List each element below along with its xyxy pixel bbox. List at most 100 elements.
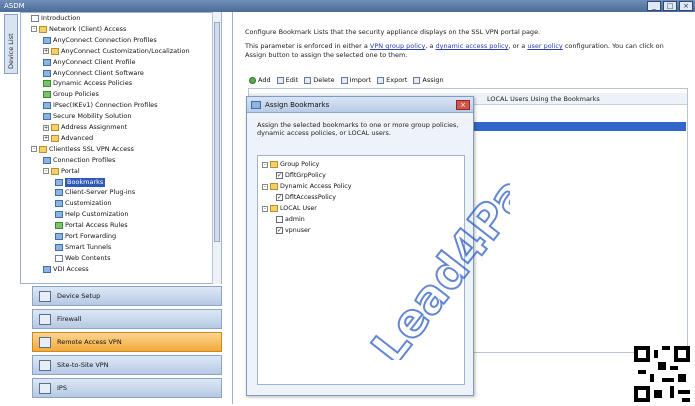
node-icon: [43, 102, 51, 110]
assignment-group[interactable]: - Dynamic Access Policy: [262, 182, 351, 191]
expander-icon[interactable]: +: [43, 135, 49, 142]
maximize-button[interactable]: □: [663, 1, 677, 11]
tree-item[interactable]: Client-Server Plug-ins: [55, 188, 135, 197]
assignment-item[interactable]: ✓ DfltGrpPolicy: [276, 171, 326, 180]
tree-item[interactable]: Connection Profiles: [43, 156, 115, 165]
import-label: Import: [349, 76, 372, 84]
export-label: Export: [386, 76, 408, 84]
expander-icon[interactable]: +: [43, 48, 49, 55]
tree-scrollbar-thumb[interactable]: [214, 22, 220, 242]
tree-item[interactable]: + Address Assignment: [43, 123, 127, 132]
close-button[interactable]: ×: [679, 1, 693, 11]
node-icon: [55, 200, 63, 208]
tree-item-label: Address Assignment: [61, 123, 128, 131]
tree-item[interactable]: VDI Access: [43, 265, 89, 274]
assignment-item[interactable]: admin: [276, 215, 305, 224]
tree-item[interactable]: Port Forwarding: [55, 232, 116, 241]
tree-item[interactable]: Secure Mobility Solution: [43, 112, 131, 121]
tree-item[interactable]: - Clientless SSL VPN Access: [31, 145, 134, 154]
tree-item-label: Smart Tunnels: [65, 242, 112, 251]
tree-item-label: Advanced: [61, 133, 94, 142]
node-icon: [43, 58, 51, 66]
tree-item[interactable]: + Advanced: [43, 134, 93, 143]
tree-item-label: Connection Profiles: [53, 155, 116, 164]
tree-item[interactable]: Portal Access Rules: [55, 221, 128, 230]
tree-item[interactable]: Bookmarks: [55, 177, 106, 187]
import-button[interactable]: Import: [340, 76, 372, 84]
edit-icon: [276, 76, 284, 84]
window-titlebar: ASDM _ □ ×: [0, 0, 695, 12]
tree-item[interactable]: AnyConnect Connection Profiles: [43, 36, 157, 45]
tree-scrollbar[interactable]: [212, 12, 221, 284]
delete-label: Delete: [313, 76, 335, 84]
node-icon: [55, 233, 63, 240]
table-row-selected[interactable]: [474, 122, 686, 131]
assignment-checkbox[interactable]: [276, 216, 283, 223]
tree-item-label: Network (Client) Access: [49, 24, 127, 33]
nav-device-setup-icon: [39, 291, 51, 302]
tree-item-label: Clientless SSL VPN Access: [49, 144, 134, 153]
nav-label: Remote Access VPN: [57, 338, 122, 346]
assignment-item[interactable]: ✓ DfltAccessPolicy: [276, 193, 336, 202]
expander-icon[interactable]: -: [262, 205, 268, 212]
delete-button[interactable]: Delete: [304, 76, 335, 84]
tree-item[interactable]: Introduction: [31, 14, 80, 23]
nav-device-setup[interactable]: Device Setup: [32, 286, 222, 306]
device-list-tab[interactable]: Device List: [4, 14, 18, 74]
assignment-group[interactable]: - LOCAL User: [262, 204, 317, 213]
tree-item[interactable]: - Network (Client) Access: [31, 25, 126, 34]
dialog-description: Assign the selected bookmarks to one or …: [257, 121, 459, 137]
import-icon: [340, 76, 348, 84]
expander-icon[interactable]: -: [43, 168, 49, 175]
tree-item[interactable]: + AnyConnect Customization/Localization: [43, 47, 190, 56]
add-button[interactable]: Add: [249, 76, 271, 84]
minimize-button[interactable]: _: [647, 1, 661, 11]
nav-firewall[interactable]: Firewall: [32, 309, 222, 329]
tree-item[interactable]: Dynamic Access Policies: [43, 79, 132, 88]
bookmarks-description: Configure Bookmark Lists that the securi…: [245, 28, 541, 36]
column-header-local-users[interactable]: LOCAL Users Using the Bookmarks: [487, 93, 600, 105]
node-icon: [43, 36, 51, 44]
export-button[interactable]: Export: [377, 76, 407, 84]
tree-item[interactable]: Web Contents: [55, 254, 110, 263]
expander-icon[interactable]: +: [43, 124, 49, 131]
edit-button[interactable]: Edit: [276, 76, 298, 84]
tree-item[interactable]: Help Customization: [55, 210, 128, 219]
assignment-checkbox[interactable]: ✓: [276, 227, 283, 234]
tree-item[interactable]: - Portal: [43, 167, 80, 176]
nav-site-to-site-vpn[interactable]: Site-to-Site VPN: [32, 355, 222, 375]
expander-icon[interactable]: -: [262, 161, 268, 168]
dynamic-access-policy-link[interactable]: dynamic access policy: [435, 42, 508, 50]
expander-icon[interactable]: -: [262, 183, 268, 190]
tree-item[interactable]: AnyConnect Client Profile: [43, 58, 135, 67]
assignment-group[interactable]: - Group Policy: [262, 160, 319, 169]
folder-icon: [270, 161, 278, 168]
assignment-checkbox[interactable]: ✓: [276, 172, 283, 179]
vpn-group-policy-link[interactable]: VPN group policy: [370, 42, 425, 50]
tree-item[interactable]: AnyConnect Client Software: [43, 69, 144, 78]
export-icon: [377, 76, 385, 84]
assignment-checkbox[interactable]: ✓: [276, 194, 283, 201]
expander-icon[interactable]: -: [31, 146, 37, 153]
tree-item[interactable]: Group Policies: [43, 90, 99, 99]
assign-bookmarks-dialog: Assign Bookmarks × Assign the selected b…: [246, 96, 474, 396]
desc-text: , a: [425, 42, 436, 50]
assignment-tree: - Group Policy ✓ DfltGrpPolicy - Dynamic Acce…: [257, 155, 465, 385]
tree-item[interactable]: Customization: [55, 199, 112, 208]
dialog-close-button[interactable]: ×: [456, 100, 470, 110]
tree-item[interactable]: IPsec(IKEv1) Connection Profiles: [43, 101, 158, 110]
expander-icon[interactable]: -: [31, 26, 37, 33]
enforcement-description: This parameter is enforced in either a V…: [245, 42, 685, 51]
nav-ips[interactable]: IPS: [32, 378, 222, 398]
nav-label: Site-to-Site VPN: [57, 361, 109, 369]
user-policy-link[interactable]: user policy: [527, 42, 562, 50]
nav-remote-access-vpn[interactable]: Remote Access VPN: [32, 332, 222, 352]
tree-item-label: AnyConnect Client Software: [53, 68, 144, 77]
tree-item[interactable]: Smart Tunnels: [55, 243, 111, 252]
assignment-item[interactable]: ✓ vpnuser: [276, 226, 310, 235]
node-icon: [55, 243, 63, 251]
assign-button[interactable]: Assign: [413, 76, 444, 84]
assignment-label: DfltAccessPolicy: [285, 194, 336, 201]
bookmarks-toolbar: Add Edit Delete Import Export Assign: [249, 74, 444, 86]
tree-item-label: Group Policies: [53, 90, 99, 99]
